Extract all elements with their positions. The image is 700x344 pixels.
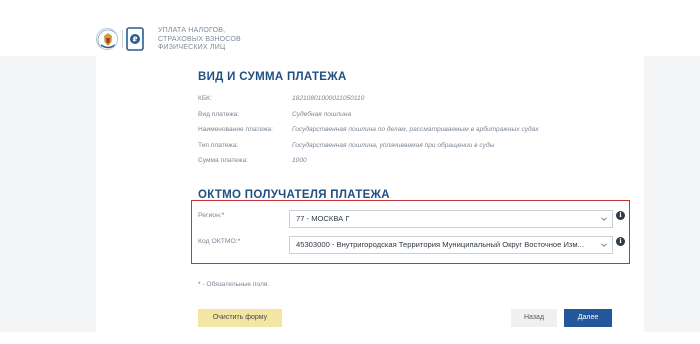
site-title-line: СТРАХОВЫХ ВЗНОСОВ: [158, 35, 241, 43]
kbk-value: 18210801000011050110: [292, 95, 365, 102]
site-title-line: УПЛАТА НАЛОГОВ,: [158, 27, 226, 34]
region-info-icon[interactable]: i: [616, 211, 625, 220]
payment-section-title: ВИД И СУММА ПЛАТЕЖА: [198, 71, 347, 83]
payment-name-value: Государственная пошлина по делам, рассма…: [292, 126, 539, 133]
chevron-down-icon: [601, 243, 607, 247]
oktmo-code-select[interactable]: 45303000 - Внутригородская Территория Му…: [289, 236, 613, 254]
bottom-strip: [0, 332, 700, 344]
payment-name-label: Наименование платежа:: [198, 126, 273, 133]
site-header: ₽ УПЛАТА НАЛОГОВ, СТРАХОВЫХ ВЗНОСОВ ФИЗИ…: [0, 0, 700, 56]
oktmo-code-label: Код ОКТМО:*: [198, 238, 240, 245]
required-note-text: - Обязательные поля.: [200, 281, 270, 288]
oktmo-code-select-value: 45303000 - Внутригородская Территория Му…: [296, 240, 584, 249]
region-select-value: 77 - МОСКВА Г: [296, 214, 350, 223]
site-title-line: ФИЗИЧЕСКИХ ЛИЦ: [158, 44, 226, 51]
region-label-text: Регион:: [198, 212, 222, 219]
required-mark: *: [221, 212, 225, 219]
back-button[interactable]: Назад: [511, 309, 557, 327]
kbk-label: КБК:: [198, 95, 212, 102]
payment-kind-label: Вид платежа:: [198, 111, 240, 118]
required-fields-note: * - Обязательные поля.: [198, 281, 269, 288]
payment-type-value: Государственная пошлина, уплачиваемая пр…: [292, 142, 495, 149]
fns-emblem-icon[interactable]: [96, 28, 118, 50]
payment-amount-label: Сумма платежа:: [198, 157, 248, 164]
payment-type-label: Тип платежа:: [198, 142, 239, 149]
chevron-down-icon: [601, 217, 607, 221]
region-label: Регион:*: [198, 212, 224, 219]
logo-divider: [122, 30, 123, 48]
page: ₽ УПЛАТА НАЛОГОВ, СТРАХОВЫХ ВЗНОСОВ ФИЗИ…: [0, 0, 700, 344]
oktmo-code-label-text: Код ОКТМО:: [198, 238, 238, 245]
payment-kind-value: Судебная пошлина: [292, 111, 352, 118]
svg-text:₽: ₽: [133, 36, 138, 44]
oktmo-info-icon[interactable]: i: [616, 237, 625, 246]
region-select[interactable]: 77 - МОСКВА Г: [289, 210, 613, 228]
right-background-band: [644, 56, 700, 344]
ruble-document-icon[interactable]: ₽: [126, 27, 144, 51]
payment-amount-value: 1000: [292, 157, 307, 164]
clear-form-button[interactable]: Очистить форму: [198, 309, 282, 327]
site-title: УПЛАТА НАЛОГОВ, СТРАХОВЫХ ВЗНОСОВ ФИЗИЧЕ…: [158, 27, 298, 53]
required-mark: *: [237, 238, 241, 245]
next-button[interactable]: Далее: [564, 309, 612, 327]
left-background-band: [0, 56, 96, 344]
